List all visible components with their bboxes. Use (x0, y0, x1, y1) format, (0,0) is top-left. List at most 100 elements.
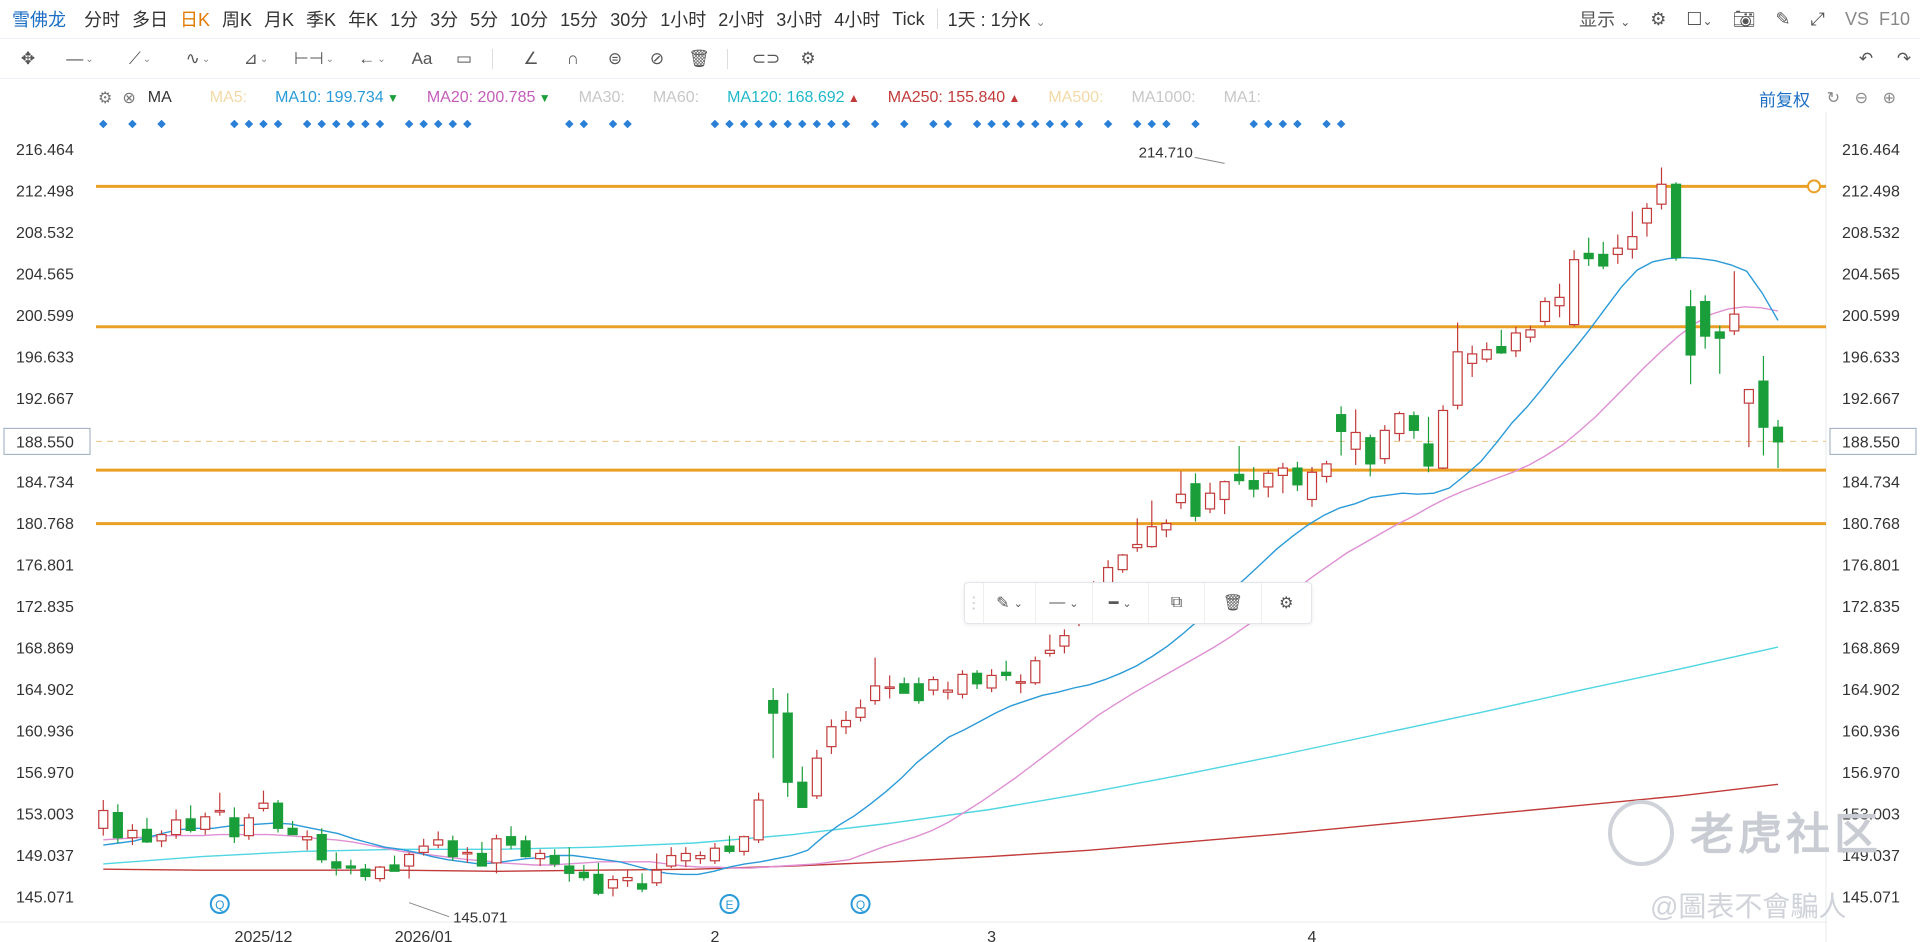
candle-body (651, 869, 662, 884)
trash-icon[interactable]: 🗑︎ (685, 45, 713, 73)
candle-body (243, 817, 255, 837)
hide-icon[interactable]: ⊘ (643, 45, 671, 73)
toggle-icon[interactable]: ⊂⊃ (752, 45, 781, 73)
signal-dot (899, 119, 909, 129)
signal-dot (739, 119, 749, 129)
candle-body (374, 866, 386, 880)
gear-icon[interactable]: ⚙ (1650, 9, 1666, 30)
brush-icon[interactable]: ∠ (517, 45, 545, 73)
pen-icon[interactable]: ✎ ⌄ (984, 583, 1037, 623)
ma120-line (103, 646, 1779, 865)
candle-body (403, 853, 415, 867)
timeframe-17[interactable]: Tick (892, 9, 936, 30)
candle-body (156, 833, 167, 842)
drawing-toolbar: ✥ — ⌄ ⟋ ⌄ ∿ ⌄ ⊿ ⌄ ⊢⊣ ⌄ ← ⌄ Aa ▭ ∠ ∩ ⊜ ⊘ 🗑︎ ⊂⊃ … (0, 40, 1920, 79)
fullscreen-icon[interactable]: ⤢ (1811, 9, 1825, 30)
signal-dot (841, 119, 851, 129)
signal-dot (565, 119, 574, 129)
signal-dot (157, 119, 166, 129)
candle-body (1117, 554, 1128, 571)
comment-icon[interactable]: ▭ (450, 45, 478, 73)
measure-tool-icon[interactable]: ⊢⊣ ⌄ (292, 45, 336, 73)
divider (727, 49, 728, 69)
adjust-mode[interactable]: 前复权 (1759, 86, 1810, 111)
timeframe-9[interactable]: 5分 (470, 6, 510, 32)
timeframe-0[interactable]: 分时 (84, 6, 132, 32)
timeframe-10[interactable]: 10分 (510, 6, 560, 32)
compare-button[interactable]: VS (1845, 9, 1869, 30)
y-tick-left: 145.071 (16, 890, 74, 907)
timeframe-6[interactable]: 年K (348, 6, 390, 32)
timeframe-5[interactable]: 季K (306, 6, 348, 32)
y-tick-right: 188.550 (1842, 434, 1900, 451)
timeframe-12[interactable]: 30分 (610, 6, 660, 32)
timeframe-11[interactable]: 15分 (560, 6, 610, 32)
timeframe-8[interactable]: 3分 (430, 6, 470, 32)
arrow-tool-icon[interactable]: ← ⌄ (350, 45, 394, 73)
lock-icon[interactable]: ⊜ (601, 45, 629, 73)
f10-button[interactable]: F10 (1879, 9, 1910, 30)
display-menu[interactable]: 显示 ⌄ (1579, 6, 1630, 32)
candle-body (1394, 413, 1405, 435)
signal-dot (404, 119, 414, 129)
trash-icon[interactable]: 🗑︎ (1205, 583, 1262, 623)
candle-body (1743, 388, 1754, 404)
close-icon[interactable]: ⊗ (122, 88, 135, 108)
text-tool-icon[interactable]: Aa (408, 45, 436, 73)
candle-body (1146, 526, 1157, 548)
y-tick-left: 208.532 (16, 225, 74, 242)
candle-body (709, 847, 721, 862)
line-tool-icon[interactable]: — ⌄ (56, 45, 104, 73)
candle-body (724, 845, 735, 852)
timeframe-4[interactable]: 月K (264, 6, 306, 32)
low-marker-leader (408, 902, 450, 918)
candle-body (869, 685, 881, 702)
timeframe-16[interactable]: 4小时 (834, 6, 892, 32)
timeframe-13[interactable]: 1小时 (660, 6, 718, 32)
reset-icon[interactable]: ↻ (1827, 88, 1840, 108)
settings-icon[interactable]: ⚙ (794, 45, 822, 73)
divider (492, 49, 493, 69)
signal-dot (1191, 119, 1200, 129)
symbol-name[interactable]: 雪佛龙 (0, 6, 84, 32)
x-tick-label: 2 (710, 929, 719, 942)
magnet-icon[interactable]: ∩ (559, 45, 587, 73)
timeframe-1[interactable]: 多日 (132, 6, 180, 32)
mode-selector[interactable]: 1天 : 1分K ⌄ (948, 6, 1058, 32)
candle-body (1015, 681, 1026, 684)
candle-body (214, 809, 225, 813)
copy-icon[interactable]: ⧉ (1149, 583, 1206, 623)
fib-tool-icon[interactable]: ⊿ ⌄ (234, 45, 278, 73)
layout-box-icon[interactable]: ☐⌄ (1686, 9, 1712, 30)
settings-icon[interactable]: ⚙ (1262, 583, 1311, 623)
line-width-icon[interactable]: ━ ⌄ (1093, 583, 1149, 623)
ray-tool-icon[interactable]: ⟋ ⌄ (118, 45, 162, 73)
candle-body (1044, 649, 1055, 655)
undo-icon[interactable]: ↶ (1852, 45, 1880, 73)
candle-body (287, 827, 298, 836)
candle-body (782, 712, 793, 783)
signal-dot (1132, 119, 1142, 129)
candle-body (1569, 259, 1580, 326)
zoom-out-icon[interactable]: ⊖ (1855, 88, 1868, 108)
redo-icon[interactable]: ↷ (1890, 45, 1918, 73)
indicator-name[interactable]: MA (148, 89, 172, 107)
timeframe-7[interactable]: 1分 (390, 6, 430, 32)
pencil-icon[interactable]: ✎ (1775, 9, 1790, 30)
timeframe-2[interactable]: 日K (180, 6, 222, 32)
y-tick-left: 149.037 (16, 848, 74, 865)
ma-item-1: MA10: 199.734 ▼ (275, 89, 399, 106)
drag-handle-icon[interactable]: ⋮ (965, 583, 984, 623)
timeframe-14[interactable]: 2小时 (718, 6, 776, 32)
candle-body (112, 812, 123, 839)
zoom-in-icon[interactable]: ⊕ (1883, 88, 1896, 108)
candle-body (520, 840, 531, 858)
wave-tool-icon[interactable]: ∿ ⌄ (176, 45, 220, 73)
gear-icon[interactable]: ⚙ (98, 88, 112, 108)
camera-icon[interactable]: 📷︎ (1733, 9, 1756, 30)
line-style-icon[interactable]: — ⌄ (1036, 583, 1093, 623)
timeframe-3[interactable]: 周K (222, 6, 264, 32)
timeframe-15[interactable]: 3小时 (776, 6, 834, 32)
y-tick-left: 176.801 (16, 557, 74, 574)
move-icon[interactable]: ✥ (14, 45, 42, 73)
